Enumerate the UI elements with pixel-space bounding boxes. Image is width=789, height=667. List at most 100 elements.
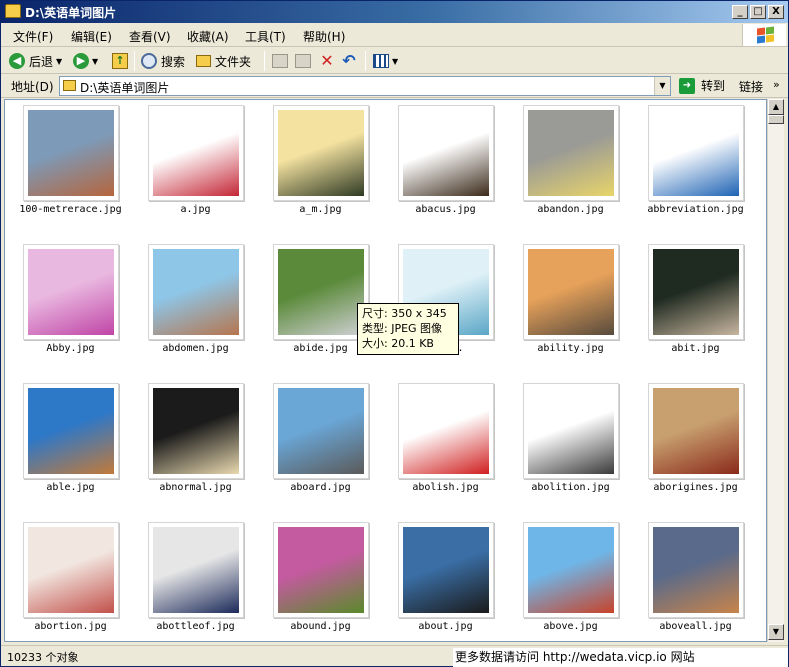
scroll-thumb[interactable] <box>768 115 784 124</box>
address-input[interactable]: D:\英语单词图片 ▼ <box>59 76 671 96</box>
file-item[interactable]: aborigines.jpg <box>633 378 758 508</box>
file-name: able.jpg <box>46 482 95 493</box>
search-button[interactable]: 搜索 <box>141 51 185 71</box>
forward-arrow-icon: ▶ <box>73 53 89 69</box>
undo-button[interactable]: ↶ <box>341 51 357 71</box>
thumbnail-image <box>153 527 239 613</box>
vertical-scrollbar[interactable]: ▲ ▼ <box>767 99 784 642</box>
file-item[interactable]: ability.jpg <box>508 239 633 369</box>
links-toolbar[interactable]: 链接 <box>739 78 763 95</box>
close-button[interactable]: X <box>768 5 784 19</box>
file-name: ability.jpg <box>537 343 604 354</box>
thumbnail-frame[interactable] <box>523 383 619 479</box>
go-button[interactable]: ➜ 转到 <box>679 77 725 94</box>
address-dropdown-icon[interactable]: ▼ <box>654 77 670 95</box>
thumbnail-frame[interactable] <box>648 105 744 201</box>
menu-tools[interactable]: 工具(T) <box>245 28 286 45</box>
thumbnail-frame[interactable] <box>398 522 494 618</box>
back-button[interactable]: ◀ 后退 ▼ <box>9 51 62 71</box>
file-item[interactable]: aboard.jpg <box>258 378 383 508</box>
thumbnail-frame[interactable] <box>648 244 744 340</box>
watermark-text: 更多数据请访问 http://wedata.vicp.io 网站 <box>453 648 788 667</box>
thumbnail-frame[interactable] <box>148 244 244 340</box>
minimize-button[interactable]: _ <box>732 5 748 19</box>
file-item[interactable]: above.jpg <box>508 517 633 641</box>
file-view[interactable]: 100-metrerace.jpg a.jpg a_m.jpg abacus.jpg a… <box>4 99 767 642</box>
thumbnail-image <box>653 249 739 335</box>
file-item[interactable]: a.jpg <box>133 100 258 230</box>
file-item[interactable]: abortion.jpg <box>8 517 133 641</box>
thumbnail-frame[interactable] <box>23 522 119 618</box>
file-item[interactable]: aboveall.jpg <box>633 517 758 641</box>
thumbnail-image <box>528 249 614 335</box>
file-item[interactable]: abnormal.jpg <box>133 378 258 508</box>
toolbar-separator <box>365 51 366 71</box>
move-to-button[interactable] <box>272 51 288 71</box>
thumbnail-image <box>278 249 364 335</box>
thumbnail-image <box>153 249 239 335</box>
thumbnail-frame[interactable] <box>148 522 244 618</box>
menu-bar: 文件(F) 编辑(E) 查看(V) 收藏(A) 工具(T) 帮助(H) <box>1 23 788 47</box>
file-item[interactable]: abbreviation.jpg <box>633 100 758 230</box>
thumbnail-frame[interactable] <box>523 105 619 201</box>
file-item[interactable]: about.jpg <box>383 517 508 641</box>
windows-logo-icon <box>742 24 786 46</box>
thumbnail-frame[interactable] <box>398 105 494 201</box>
file-name: abolish.jpg <box>412 482 479 493</box>
thumbnail-frame[interactable] <box>273 244 369 340</box>
folder-icon <box>5 4 21 18</box>
thumbnail-frame[interactable] <box>148 383 244 479</box>
thumbnail-frame[interactable] <box>398 383 494 479</box>
thumbnail-frame[interactable] <box>273 105 369 201</box>
views-button[interactable]: ▼ <box>373 51 398 71</box>
forward-button[interactable]: ▶ ▼ <box>73 51 98 71</box>
thumbnail-frame[interactable] <box>148 105 244 201</box>
copy-to-button[interactable] <box>295 51 311 71</box>
file-item[interactable]: abit.jpg <box>633 239 758 369</box>
links-chevron-icon[interactable]: » <box>773 78 780 91</box>
status-bar: 10233 个对象 更多数据请访问 http://wedata.vicp.io … <box>1 645 788 667</box>
thumbnail-frame[interactable] <box>273 522 369 618</box>
thumbnail-frame[interactable] <box>648 522 744 618</box>
thumbnail-frame[interactable] <box>23 383 119 479</box>
file-name: aborigines.jpg <box>653 482 738 493</box>
up-folder-button[interactable]: ↑ <box>112 51 128 71</box>
file-item[interactable]: abandon.jpg <box>508 100 633 230</box>
menu-edit[interactable]: 编辑(E) <box>71 28 112 45</box>
thumbnail-frame[interactable] <box>523 244 619 340</box>
thumbnail-frame[interactable] <box>648 383 744 479</box>
delete-button[interactable]: ✕ <box>319 51 335 71</box>
file-item[interactable]: able.jpg <box>8 378 133 508</box>
up-folder-icon: ↑ <box>112 53 128 69</box>
back-dropdown-icon[interactable]: ▼ <box>56 57 62 66</box>
file-item[interactable]: a_m.jpg <box>258 100 383 230</box>
file-item[interactable]: abacus.jpg <box>383 100 508 230</box>
file-item[interactable]: abolition.jpg <box>508 378 633 508</box>
thumbnail-image <box>528 527 614 613</box>
title-bar[interactable]: D:\英语单词图片 _ □ X <box>1 1 788 23</box>
maximize-button[interactable]: □ <box>750 5 766 19</box>
thumbnail-frame[interactable] <box>23 105 119 201</box>
file-item[interactable]: 100-metrerace.jpg <box>8 100 133 230</box>
menu-favorites[interactable]: 收藏(A) <box>187 28 229 45</box>
file-item[interactable]: abolish.jpg <box>383 378 508 508</box>
thumbnail-frame[interactable] <box>523 522 619 618</box>
folders-button[interactable]: 文件夹 <box>196 51 251 71</box>
file-item[interactable]: abdomen.jpg <box>133 239 258 369</box>
tooltip-dimensions: 尺寸: 350 x 345 <box>362 307 447 320</box>
menu-help[interactable]: 帮助(H) <box>303 28 345 45</box>
thumbnail-frame[interactable] <box>273 383 369 479</box>
file-item[interactable]: abound.jpg <box>258 517 383 641</box>
forward-dropdown-icon[interactable]: ▼ <box>92 57 98 66</box>
thumbnail-frame[interactable] <box>23 244 119 340</box>
scroll-down-icon[interactable]: ▼ <box>768 624 784 640</box>
views-dropdown-icon[interactable]: ▼ <box>392 57 398 66</box>
file-name: abottleof.jpg <box>156 621 235 632</box>
menu-file[interactable]: 文件(F) <box>13 28 53 45</box>
menu-view[interactable]: 查看(V) <box>129 28 171 45</box>
views-icon <box>373 54 389 68</box>
file-item[interactable]: abottleof.jpg <box>133 517 258 641</box>
scroll-up-icon[interactable]: ▲ <box>768 99 784 115</box>
file-item[interactable]: Abby.jpg <box>8 239 133 369</box>
copy-to-icon <box>295 54 311 68</box>
